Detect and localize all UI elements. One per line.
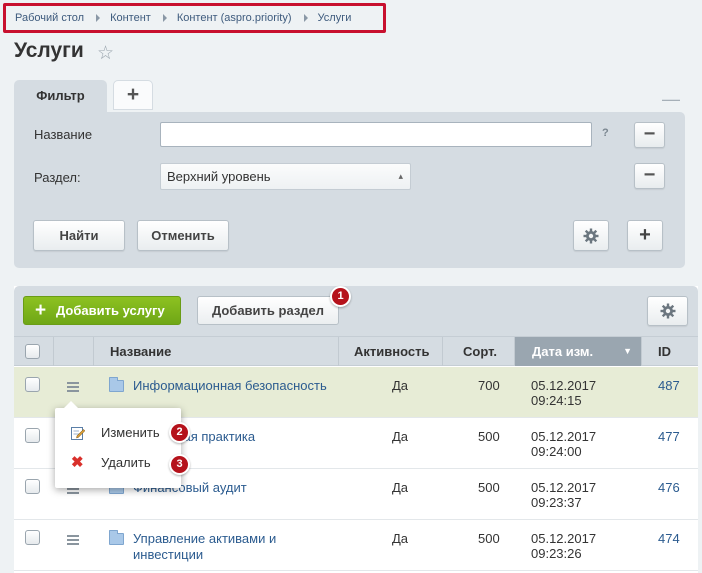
column-header-id[interactable]: ID xyxy=(642,337,698,366)
find-button[interactable]: Найти xyxy=(33,220,125,251)
row-date-day: 05.12.2017 xyxy=(531,378,597,393)
row-context-menu: Изменить ✖ Удалить xyxy=(55,401,181,488)
annotation-badge-3: 3 xyxy=(169,454,190,475)
page-title: Услуги xyxy=(14,39,84,62)
breadcrumb-item-desktop[interactable]: Рабочий стол xyxy=(15,12,84,24)
section-select[interactable]: Верхний уровень ▴ xyxy=(160,163,411,190)
folder-icon xyxy=(109,530,124,545)
plus-icon: + xyxy=(35,300,47,321)
annotation-badge-2: 2 xyxy=(169,422,190,443)
tab-filter[interactable]: Фильтр xyxy=(14,80,107,112)
menu-item-delete[interactable]: ✖ Удалить xyxy=(55,450,181,476)
row-date: 05.12.2017 09:23:37 xyxy=(531,480,596,510)
breadcrumb-item-content[interactable]: Контент xyxy=(110,12,151,24)
row-date: 05.12.2017 09:23:26 xyxy=(531,531,596,561)
grid-settings-button[interactable] xyxy=(647,296,688,326)
gear-icon xyxy=(583,228,599,244)
row-date-day: 05.12.2017 xyxy=(531,480,597,495)
add-service-label: Добавить услугу xyxy=(56,303,165,318)
row-actions-menu-icon[interactable] xyxy=(67,382,79,394)
row-actions-menu-icon[interactable] xyxy=(67,535,79,547)
row-id[interactable]: 487 xyxy=(658,378,680,393)
updown-icon: ▴ xyxy=(398,171,403,181)
row-date: 05.12.2017 09:24:15 xyxy=(531,378,596,408)
row-active: Да xyxy=(392,429,409,444)
help-icon[interactable]: ? xyxy=(602,127,609,139)
menu-item-edit-label: Изменить xyxy=(101,425,160,440)
add-section-button[interactable]: Добавить раздел xyxy=(197,296,339,325)
row-checkbox[interactable] xyxy=(25,479,40,494)
column-header-sort[interactable]: Сорт. xyxy=(443,337,515,366)
row-checkbox[interactable] xyxy=(25,530,40,545)
menu-item-edit[interactable]: Изменить xyxy=(55,420,181,446)
header-actions-cell xyxy=(54,337,94,366)
row-sort: 500 xyxy=(478,429,500,444)
row-date-time: 09:24:15 xyxy=(531,393,582,408)
header-select-cell xyxy=(14,337,54,366)
star-icon[interactable]: ☆ xyxy=(97,42,114,65)
row-sort: 500 xyxy=(478,531,500,546)
row-name-link[interactable]: ская практика xyxy=(171,429,381,445)
table-header: Название Активность Сорт. Дата изм. ▼ ID xyxy=(14,336,698,366)
breadcrumb-item-content-aspro[interactable]: Контент (aspro.priority) xyxy=(177,12,292,24)
table-row[interactable]: Управление активами и инвестиции Да 500 … xyxy=(14,520,698,571)
remove-name-field-button[interactable]: − xyxy=(634,122,665,148)
chevron-right-icon xyxy=(303,14,308,22)
row-date-time: 09:23:26 xyxy=(531,546,582,561)
column-header-date-label: Дата изм. xyxy=(532,344,594,359)
row-active: Да xyxy=(392,378,409,393)
row-date-day: 05.12.2017 xyxy=(531,429,597,444)
section-label: Раздел: xyxy=(34,170,81,185)
add-filter-field-button[interactable]: + xyxy=(627,220,663,251)
column-header-name[interactable]: Название xyxy=(94,337,339,366)
row-id[interactable]: 477 xyxy=(658,429,680,444)
name-input[interactable] xyxy=(160,122,592,147)
sort-desc-icon: ▼ xyxy=(623,346,632,356)
row-date-time: 09:23:37 xyxy=(531,495,582,510)
row-name-link[interactable]: Информационная безопасность xyxy=(133,378,343,394)
folder-icon xyxy=(109,377,124,392)
grid-toolbar: + Добавить услугу Добавить раздел xyxy=(14,286,698,336)
chevron-right-icon xyxy=(96,14,101,22)
row-sort: 500 xyxy=(478,480,500,495)
row-id[interactable]: 474 xyxy=(658,531,680,546)
row-date-time: 09:24:00 xyxy=(531,444,582,459)
gear-icon xyxy=(660,303,675,319)
annotation-badge-1: 1 xyxy=(330,286,351,307)
add-filter-tab-button[interactable]: + xyxy=(113,80,153,110)
row-active: Да xyxy=(392,531,409,546)
row-checkbox[interactable] xyxy=(25,428,40,443)
remove-section-field-button[interactable]: − xyxy=(634,163,665,189)
breadcrumb-item-services[interactable]: Услуги xyxy=(318,12,352,24)
cancel-button[interactable]: Отменить xyxy=(137,220,229,251)
column-header-active[interactable]: Активность xyxy=(339,337,443,366)
section-select-value: Верхний уровень xyxy=(167,169,271,184)
breadcrumb: Рабочий стол Контент Контент (aspro.prio… xyxy=(3,3,386,33)
column-header-date[interactable]: Дата изм. ▼ xyxy=(515,337,642,366)
select-all-checkbox[interactable] xyxy=(25,344,40,359)
add-service-button[interactable]: + Добавить услугу xyxy=(23,296,181,325)
row-sort: 700 xyxy=(478,378,500,393)
edit-icon xyxy=(71,427,85,440)
row-date: 05.12.2017 09:24:00 xyxy=(531,429,596,459)
filter-panel: Название ? − Раздел: Верхний уровень ▴ −… xyxy=(14,112,685,268)
minimize-icon[interactable]: — xyxy=(662,89,680,110)
row-checkbox[interactable] xyxy=(25,377,40,392)
delete-icon: ✖ xyxy=(71,454,84,471)
menu-item-delete-label: Удалить xyxy=(101,455,151,470)
filter-settings-button[interactable] xyxy=(573,220,609,251)
row-name-link[interactable]: Управление активами и инвестиции xyxy=(133,531,313,563)
row-id[interactable]: 476 xyxy=(658,480,680,495)
name-label: Название xyxy=(34,127,93,142)
row-active: Да xyxy=(392,480,409,495)
chevron-right-icon xyxy=(162,14,167,22)
row-date-day: 05.12.2017 xyxy=(531,531,597,546)
